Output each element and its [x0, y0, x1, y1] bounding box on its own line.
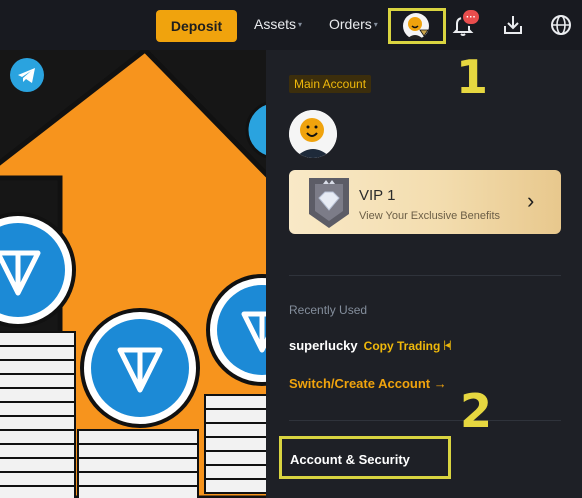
copy-trading-tag: Copy Trading [363, 338, 441, 353]
orders-menu[interactable]: Orders ▾ [329, 16, 378, 32]
step-marker-2: 2 [460, 384, 493, 438]
vip-subtitle: View Your Exclusive Benefits [359, 210, 501, 222]
caret-down-icon: ▾ [298, 19, 303, 29]
vip-level-title: VIP 1 [359, 187, 396, 204]
divider [289, 420, 561, 421]
assets-label: Assets [254, 16, 297, 32]
top-navbar: Deposit Assets ▾ Orders ▾ ··· [0, 0, 582, 50]
ton-coins-artwork [0, 50, 270, 498]
avatar-icon [403, 13, 429, 39]
vip-benefits-card[interactable]: VIP 1 View Your Exclusive Benefits › [289, 170, 561, 234]
switch-create-account-link[interactable]: Switch/Create Account → [289, 376, 447, 391]
ton-coin-center [80, 308, 200, 428]
divider [289, 275, 561, 276]
recent-account-name: superlucky [289, 338, 358, 353]
account-avatar [289, 110, 337, 158]
copy-trading-icon: |◂| [443, 340, 451, 351]
app-window: Deposit Assets ▾ Orders ▾ ··· Main Accou… [0, 0, 582, 498]
download-icon[interactable] [500, 12, 526, 38]
deposit-button[interactable]: Deposit [156, 10, 237, 42]
recent-account-row[interactable]: superlucky Copy Trading |◂| [289, 338, 452, 353]
vip-shield-icon [309, 178, 349, 228]
globe-icon[interactable] [548, 12, 574, 38]
caret-down-icon: ▾ [373, 19, 378, 29]
telegram-icon[interactable] [10, 58, 44, 92]
notification-badge: ··· [461, 8, 481, 26]
profile-avatar-button[interactable] [388, 8, 446, 44]
account-type-badge: Main Account [289, 75, 372, 93]
orders-label: Orders [329, 16, 372, 32]
assets-menu[interactable]: Assets ▾ [254, 16, 302, 32]
step-marker-1: 1 [456, 50, 489, 104]
promo-banner [0, 50, 270, 498]
chevron-right-icon: › [527, 188, 535, 213]
account-security-label: Account & Security [290, 452, 410, 467]
account-security-button[interactable]: Account & Security [279, 436, 451, 479]
recently-used-label: Recently Used [289, 303, 368, 317]
